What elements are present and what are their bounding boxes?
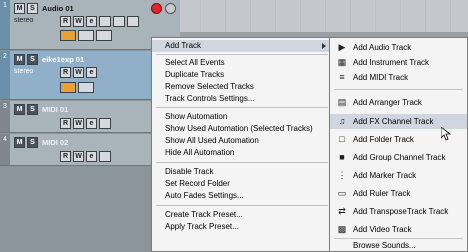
arranger-track-icon: ▤ bbox=[337, 97, 347, 107]
timebase-icon[interactable] bbox=[96, 30, 112, 41]
write-automation-button[interactable]: W bbox=[73, 16, 84, 27]
folder-track-icon: □ bbox=[339, 134, 345, 144]
menu-item-add-video-track[interactable]: ▩ Add Video Track bbox=[330, 222, 467, 237]
track-name[interactable]: MIDI 02 bbox=[42, 138, 68, 147]
grid-line bbox=[375, 0, 376, 32]
submenu-arrow-icon bbox=[322, 43, 326, 49]
grid-line bbox=[275, 0, 276, 32]
mute-button[interactable]: M bbox=[14, 54, 25, 65]
grid-line bbox=[225, 0, 226, 32]
insert-bypass-icon[interactable] bbox=[99, 16, 111, 27]
menu-item-show-all-used-automation[interactable]: Show All Used Automation bbox=[152, 135, 332, 147]
menu-item-show-automation[interactable]: Show Automation bbox=[152, 111, 332, 123]
track-name[interactable]: Audio 01 bbox=[42, 4, 74, 13]
menu-item-add-instrument-track[interactable]: ▦ Add Instrument Track bbox=[330, 55, 467, 70]
mute-button[interactable]: M bbox=[14, 104, 25, 115]
ruler-track-icon: ▭ bbox=[337, 188, 347, 198]
track-name[interactable]: eike1exp 01 bbox=[42, 55, 84, 64]
grid-line bbox=[300, 0, 301, 32]
menu-item-create-track-preset[interactable]: Create Track Preset... bbox=[152, 209, 332, 221]
track-context-menu: Add Track Select All Events Duplicate Tr… bbox=[151, 37, 333, 252]
read-automation-button[interactable]: R bbox=[60, 16, 71, 27]
track-name[interactable]: MIDI 01 bbox=[42, 105, 68, 114]
video-track-icon: ▩ bbox=[337, 224, 347, 234]
transpose-track-icon: ⇄ bbox=[338, 206, 346, 216]
mute-button[interactable]: M bbox=[14, 3, 25, 14]
mouse-pointer-icon bbox=[441, 127, 451, 141]
mute-button[interactable]: M bbox=[14, 137, 25, 148]
solo-button[interactable]: S bbox=[27, 104, 38, 115]
lock-icon[interactable] bbox=[78, 82, 94, 93]
write-automation-button[interactable]: W bbox=[73, 151, 84, 162]
add-track-submenu: ▶ Add Audio Track ▦ Add Instrument Track ≡… bbox=[329, 37, 468, 252]
grid-line bbox=[400, 0, 401, 32]
track-number: 2 bbox=[0, 51, 10, 99]
menu-item-add-audio-track[interactable]: ▶ Add Audio Track bbox=[330, 40, 467, 55]
lane-display-icon[interactable] bbox=[60, 82, 76, 93]
grid-line bbox=[250, 0, 251, 32]
menu-separator bbox=[156, 107, 328, 108]
eq-bypass-icon[interactable] bbox=[113, 16, 125, 27]
lock-icon[interactable] bbox=[78, 30, 94, 41]
menu-separator bbox=[156, 205, 328, 206]
menu-item-remove-selected-tracks[interactable]: Remove Selected Tracks bbox=[152, 81, 332, 93]
menu-item-disable-track[interactable]: Disable Track bbox=[152, 166, 332, 178]
menu-item-add-ruler-track[interactable]: ▭ Add Ruler Track bbox=[330, 186, 467, 201]
audio-track-icon: ▶ bbox=[338, 42, 346, 52]
menu-item-add-track[interactable]: Add Track bbox=[152, 40, 332, 52]
read-automation-button[interactable]: R bbox=[60, 118, 71, 129]
edit-channel-button[interactable]: e bbox=[86, 16, 97, 27]
edit-channel-button[interactable]: e bbox=[86, 151, 97, 162]
menu-separator bbox=[334, 89, 463, 90]
lane-display-icon[interactable] bbox=[60, 30, 76, 41]
read-automation-button[interactable]: R bbox=[60, 151, 71, 162]
menu-item-apply-track-preset[interactable]: Apply Track Preset... bbox=[152, 221, 332, 233]
group-channel-track-icon: ■ bbox=[339, 152, 345, 162]
track-channel-config: stereo bbox=[14, 17, 34, 24]
menu-separator bbox=[156, 162, 328, 163]
menu-item-add-midi-track[interactable]: ≡ Add MIDI Track bbox=[330, 70, 467, 85]
midi-track-icon: ≡ bbox=[339, 72, 345, 82]
monitor-button[interactable] bbox=[165, 3, 176, 14]
read-automation-button[interactable]: R bbox=[60, 67, 71, 78]
track-number: 3 bbox=[0, 101, 10, 132]
solo-button[interactable]: S bbox=[27, 3, 38, 14]
menu-item-hide-all-automation[interactable]: Hide All Automation bbox=[152, 147, 332, 159]
menu-item-add-transpose-track[interactable]: ⇄ Add TransposeTrack Track bbox=[330, 204, 467, 219]
grid-line bbox=[200, 0, 201, 32]
menu-item-track-controls-settings[interactable]: Track Controls Settings... bbox=[152, 93, 332, 105]
solo-button[interactable]: S bbox=[27, 54, 38, 65]
menu-item-set-record-folder[interactable]: Set Record Folder bbox=[152, 178, 332, 190]
menu-item-select-all-events[interactable]: Select All Events bbox=[152, 57, 332, 69]
midi-input-icon[interactable] bbox=[99, 118, 111, 129]
edit-channel-button[interactable]: e bbox=[86, 67, 97, 78]
grid-line bbox=[350, 0, 351, 32]
grid-line bbox=[425, 0, 426, 32]
record-enable-button[interactable] bbox=[151, 3, 162, 14]
edit-channel-button[interactable]: e bbox=[86, 118, 97, 129]
menu-item-add-group-channel-track[interactable]: ■ Add Group Channel Track bbox=[330, 150, 467, 165]
fx-channel-track-icon: ♫ bbox=[338, 116, 346, 126]
track-channel-config: stereo bbox=[14, 68, 34, 75]
menu-item-auto-fades-settings[interactable]: Auto Fades Settings... bbox=[152, 190, 332, 202]
marker-track-icon: ⋮ bbox=[337, 170, 347, 180]
instrument-track-icon: ▦ bbox=[337, 57, 347, 67]
write-automation-button[interactable]: W bbox=[73, 67, 84, 78]
menu-item-duplicate-tracks[interactable]: Duplicate Tracks bbox=[152, 69, 332, 81]
menu-item-show-used-automation-selected[interactable]: Show Used Automation (Selected Tracks) bbox=[152, 123, 332, 135]
menu-separator bbox=[156, 54, 328, 55]
grid-line bbox=[325, 0, 326, 32]
solo-button[interactable]: S bbox=[27, 137, 38, 148]
track-number: 4 bbox=[0, 134, 10, 165]
write-automation-button[interactable]: W bbox=[73, 118, 84, 129]
menu-item-add-marker-track[interactable]: ⋮ Add Marker Track bbox=[330, 168, 467, 183]
midi-input-icon[interactable] bbox=[99, 151, 111, 162]
menu-item-browse-sounds[interactable]: Browse Sounds... bbox=[330, 238, 467, 252]
grid-line bbox=[450, 0, 451, 32]
menu-item-add-arranger-track[interactable]: ▤ Add Arranger Track bbox=[330, 95, 467, 110]
track-number: 1 bbox=[0, 0, 10, 49]
send-bypass-icon[interactable] bbox=[127, 16, 139, 27]
